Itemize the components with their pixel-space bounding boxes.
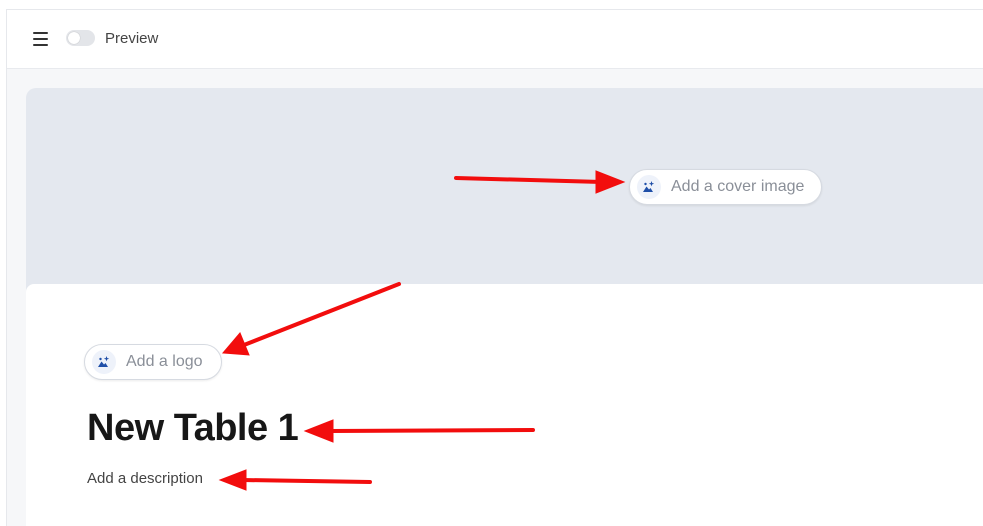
description-field[interactable]: Add a description	[87, 469, 203, 489]
add-logo-label: Add a logo	[126, 353, 203, 370]
toggle-knob	[68, 32, 80, 44]
hamburger-menu-icon[interactable]	[33, 30, 51, 48]
add-cover-image-label: Add a cover image	[671, 178, 805, 195]
toolbar: Preview	[7, 10, 983, 69]
sparkle-image-icon	[637, 175, 661, 199]
preview-toggle[interactable]	[66, 30, 95, 46]
top-strip	[6, 0, 983, 10]
left-rail	[0, 0, 7, 526]
sparkle-image-icon	[92, 350, 116, 374]
page-title[interactable]: New Table 1	[87, 404, 299, 452]
cover-area	[26, 88, 983, 298]
menu-line	[33, 38, 48, 40]
add-logo-button[interactable]: Add a logo	[84, 344, 222, 380]
menu-line	[33, 32, 48, 34]
add-cover-image-button[interactable]: Add a cover image	[629, 169, 822, 205]
preview-label: Preview	[105, 30, 159, 47]
menu-line	[33, 44, 48, 46]
